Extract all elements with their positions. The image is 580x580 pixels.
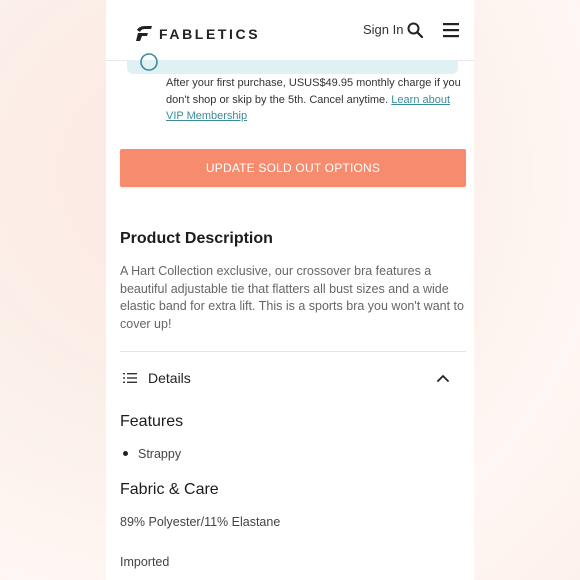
brand-name: FABLETICS	[159, 26, 261, 42]
product-description-text: A Hart Collection exclusive, our crossov…	[120, 264, 464, 331]
brand-logo[interactable]: FABLETICS	[135, 22, 260, 43]
sign-in-link[interactable]: Sign In	[363, 22, 403, 38]
features-heading: Features	[120, 413, 184, 430]
bullet-icon	[123, 451, 128, 456]
details-accordion-header[interactable]: Details	[120, 366, 466, 390]
fabric-care-heading: Fabric & Care	[120, 481, 219, 498]
section-divider	[120, 351, 466, 352]
search-icon[interactable]	[407, 22, 423, 38]
site-header: FABLETICS Sign In	[106, 0, 474, 61]
list-icon	[123, 373, 137, 383]
fabric-composition: 89% Polyester/11% Elastane	[120, 515, 281, 529]
product-page: FABLETICS Sign In After your first purch…	[106, 0, 474, 580]
hamburger-menu-icon[interactable]	[442, 21, 460, 39]
info-icon	[140, 53, 158, 71]
chevron-up-icon[interactable]	[436, 372, 450, 384]
details-label: Details	[148, 370, 191, 386]
fabletics-logo-icon	[136, 25, 152, 41]
origin-text: Imported	[120, 555, 170, 569]
membership-banner	[127, 60, 458, 74]
feature-item: Strappy	[138, 447, 182, 461]
product-description-title: Product Description	[120, 230, 273, 247]
membership-note: After your first purchase, USUS$49.95 mo…	[166, 75, 466, 125]
update-sold-out-options-button[interactable]: UPDATE SOLD OUT OPTIONS	[120, 149, 466, 187]
